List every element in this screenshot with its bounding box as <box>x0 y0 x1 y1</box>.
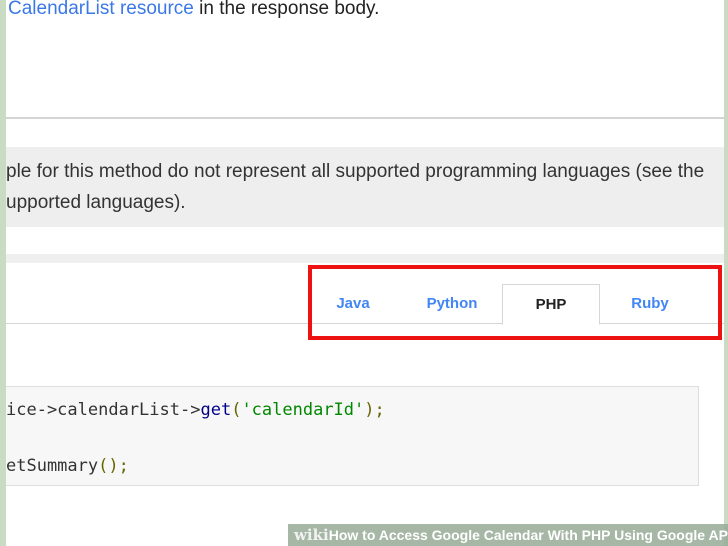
languages-note: ple for this method do not represent all… <box>6 147 724 227</box>
wikihow-caption: wikiHow to Access Google Calendar With P… <box>288 524 728 546</box>
code-line-2-rest: (); <box>98 456 129 476</box>
code-line-1-arg: 'calendarId' <box>241 400 365 420</box>
wikihow-brand: wiki <box>294 526 329 544</box>
code-line-1: ice->calendarList->get('calendarId'); <box>6 400 385 420</box>
highlight-box <box>308 265 722 340</box>
note-line-2: upported languages). <box>6 192 186 213</box>
code-line-1-fn: get <box>200 400 232 420</box>
response-body-rest: in the response body. <box>193 0 380 19</box>
image-frame-right <box>724 0 728 546</box>
code-line-2: etSummary(); <box>6 456 129 476</box>
code-line-2-fn: etSummary <box>6 456 99 476</box>
section-divider <box>6 117 724 119</box>
calendarlist-resource-link[interactable]: CalendarList resource <box>8 0 194 19</box>
code-sample: ice->calendarList->get('calendarId'); et… <box>6 386 699 486</box>
code-line-1-close: ); <box>364 400 385 420</box>
section-band <box>6 254 724 263</box>
code-line-1-prefix: ice->calendarList-> <box>6 400 201 420</box>
caption-how: How <box>328 527 359 543</box>
code-line-1-open: ( <box>231 400 242 420</box>
response-body-text: CalendarList resource in the response bo… <box>8 0 379 20</box>
caption-title: to Access Google Calendar With PHP Using… <box>358 527 728 543</box>
note-line-1: ple for this method do not represent all… <box>6 161 705 182</box>
